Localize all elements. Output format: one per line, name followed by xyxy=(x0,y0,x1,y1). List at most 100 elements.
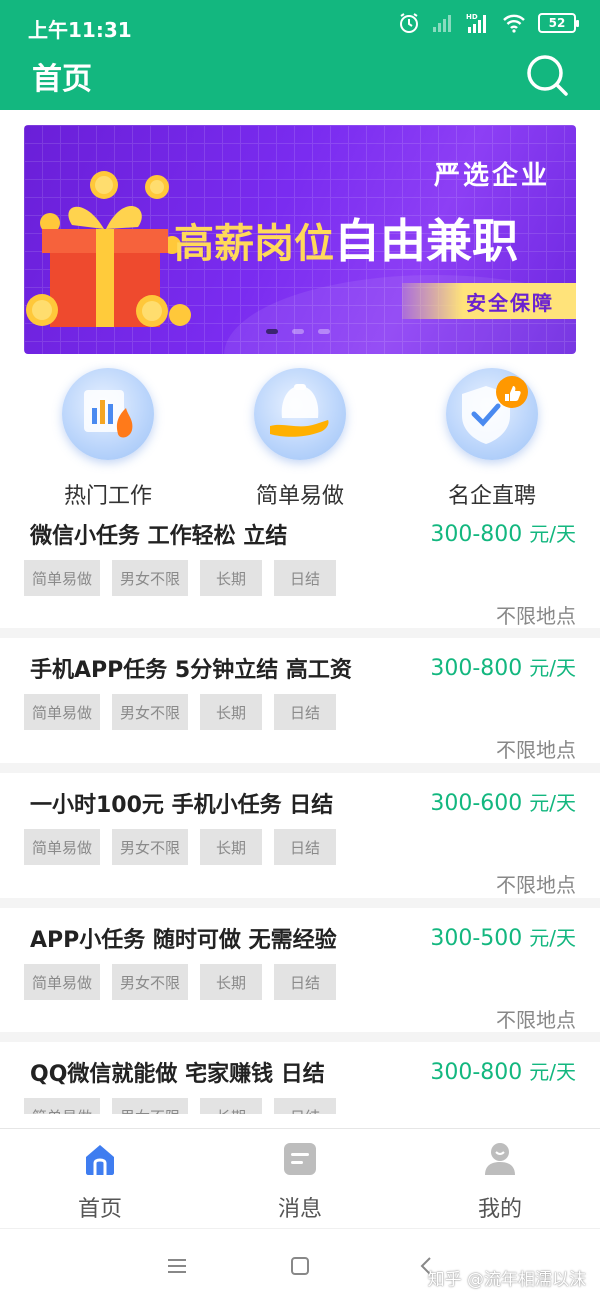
status-time: 上午11:31 xyxy=(28,18,132,42)
job-pay-range: 300-600 xyxy=(430,791,523,816)
job-tag: 简单易做 xyxy=(24,1098,100,1114)
job-location: 不限地点 xyxy=(496,873,576,897)
banner-headline: 高薪岗位自由兼职 xyxy=(174,205,518,271)
job-card[interactable]: 手机APP任务 5分钟立结 高工资 300-800 元/天 简单易做 男女不限 … xyxy=(0,652,600,780)
watermark: 知乎 @流年相濡以沫 xyxy=(427,1270,586,1290)
job-tag: 长期 xyxy=(200,694,262,730)
gift-box-icon xyxy=(26,171,191,327)
job-tag: 日结 xyxy=(274,964,336,1000)
job-title: 手机APP任务 5分钟立结 高工资 xyxy=(30,658,352,683)
job-pay-unit: 元/天 xyxy=(529,926,576,950)
job-tag: 长期 xyxy=(200,964,262,1000)
list-divider xyxy=(0,1032,600,1042)
shield-thumbs-up-icon xyxy=(462,376,528,444)
signal-hd-icon: HD xyxy=(466,13,486,33)
job-pay-range: 300-800 xyxy=(430,656,523,681)
nav-item-profile[interactable]: 我的 xyxy=(400,1129,600,1229)
job-title: QQ微信就能做 宅家赚钱 日结 xyxy=(30,1062,325,1087)
job-tag: 日结 xyxy=(274,694,336,730)
home-square-icon[interactable] xyxy=(285,1251,315,1281)
job-tag: 简单易做 xyxy=(24,560,100,596)
banner-headline-part2: 自由兼职 xyxy=(334,214,518,268)
job-pay: 300-800 元/天 xyxy=(430,652,576,681)
job-tags: 简单易做 男女不限 长期 日结 xyxy=(24,964,336,1000)
job-tag: 男女不限 xyxy=(112,829,188,865)
category-icon-wrapper xyxy=(62,368,154,460)
system-nav-bar: 知乎 @流年相濡以沫 xyxy=(0,1228,600,1300)
job-card[interactable]: 一小时100元 手机小任务 日结 300-600 元/天 简单易做 男女不限 长… xyxy=(0,787,600,915)
job-tag: 简单易做 xyxy=(24,694,100,730)
job-pay-range: 300-800 xyxy=(430,1060,523,1085)
status-bar: 上午11:31 HD 52 xyxy=(0,0,600,52)
banner-subtitle: 严选企业 xyxy=(433,161,550,191)
job-pay: 300-800 元/天 xyxy=(430,1056,576,1085)
job-tag: 日结 xyxy=(274,829,336,865)
job-pay: 300-500 元/天 xyxy=(430,922,576,951)
job-tag: 男女不限 xyxy=(112,964,188,1000)
job-pay-range: 300-500 xyxy=(430,926,523,951)
job-title: APP小任务 随时可做 无需经验 xyxy=(30,928,337,953)
menu-icon[interactable] xyxy=(162,1251,192,1281)
nav-label: 首页 xyxy=(77,1197,122,1222)
job-pay-unit: 元/天 xyxy=(529,791,576,815)
job-location: 不限地点 xyxy=(496,738,576,762)
signal-weak-icon xyxy=(433,15,451,32)
job-title: 微信小任务 工作轻松 立结 xyxy=(30,524,288,549)
job-tag: 长期 xyxy=(200,560,262,596)
category-label: 热门工作 xyxy=(63,484,152,509)
job-tag: 简单易做 xyxy=(24,964,100,1000)
alarm-icon xyxy=(400,13,418,33)
job-location: 不限地点 xyxy=(496,604,576,628)
chart-icon xyxy=(84,390,133,438)
list-divider xyxy=(0,628,600,638)
nav-label: 消息 xyxy=(277,1197,322,1222)
battery-icon: 52 xyxy=(538,13,579,33)
job-tag: 男女不限 xyxy=(112,694,188,730)
title-bar: 首页 xyxy=(0,52,600,110)
job-pay: 300-600 元/天 xyxy=(430,787,576,816)
job-pay: 300-800 元/天 xyxy=(430,518,576,547)
home-icon xyxy=(86,1145,114,1175)
nav-item-messages[interactable]: 消息 xyxy=(200,1129,400,1229)
search-icon xyxy=(527,55,568,96)
category-famous-companies[interactable]: 名企直聘 xyxy=(412,368,572,509)
category-icon-wrapper xyxy=(254,368,346,460)
category-label: 简单易做 xyxy=(255,484,344,509)
job-tag: 日结 xyxy=(274,560,336,596)
page-title: 首页 xyxy=(32,62,92,97)
list-divider xyxy=(0,763,600,773)
nav-item-home[interactable]: 首页 xyxy=(0,1129,200,1229)
app-header: 上午11:31 HD 52 首页 xyxy=(0,0,600,110)
job-tag: 男女不限 xyxy=(112,560,188,596)
carousel-dot[interactable] xyxy=(318,329,330,334)
category-easy[interactable]: 简单易做 xyxy=(220,368,380,509)
job-tag: 长期 xyxy=(200,829,262,865)
job-pay-unit: 元/天 xyxy=(529,1060,576,1084)
job-tag: 男女不限 xyxy=(112,1098,188,1114)
job-card[interactable]: APP小任务 随时可做 无需经验 300-500 元/天 简单易做 男女不限 长… xyxy=(0,922,600,1050)
status-icons: HD 52 xyxy=(398,12,579,34)
job-tags: 简单易做 男女不限 长期 日结 xyxy=(24,560,336,596)
helping-hand-icon xyxy=(270,384,329,437)
job-pay-range: 300-800 xyxy=(430,522,523,547)
list-divider xyxy=(0,898,600,908)
job-pay-unit: 元/天 xyxy=(529,522,576,546)
banner-headline-part1: 高薪岗位 xyxy=(174,221,334,267)
job-tags: 简单易做 男女不限 长期 日结 xyxy=(24,1098,336,1114)
bottom-nav: 首页 消息 我的 xyxy=(0,1128,600,1228)
job-location: 不限地点 xyxy=(496,1008,576,1032)
wifi-icon xyxy=(503,14,525,33)
search-button[interactable] xyxy=(524,52,572,100)
promo-banner[interactable]: 严选企业 高薪岗位自由兼职 安全保障 xyxy=(24,125,576,354)
category-hot-jobs[interactable]: 热门工作 xyxy=(28,368,188,509)
svg-text:HD: HD xyxy=(466,13,478,21)
job-card[interactable]: QQ微信就能做 宅家赚钱 日结 300-800 元/天 简单易做 男女不限 长期… xyxy=(0,1056,600,1114)
message-icon xyxy=(284,1143,316,1175)
carousel-dot-active[interactable] xyxy=(266,329,278,334)
job-pay-unit: 元/天 xyxy=(529,656,576,680)
carousel-dot[interactable] xyxy=(292,329,304,334)
carousel-dots xyxy=(266,329,330,334)
banner-tag: 安全保障 xyxy=(402,283,576,319)
job-tag: 日结 xyxy=(274,1098,336,1114)
job-card[interactable]: 微信小任务 工作轻松 立结 300-800 元/天 简单易做 男女不限 长期 日… xyxy=(0,518,600,646)
